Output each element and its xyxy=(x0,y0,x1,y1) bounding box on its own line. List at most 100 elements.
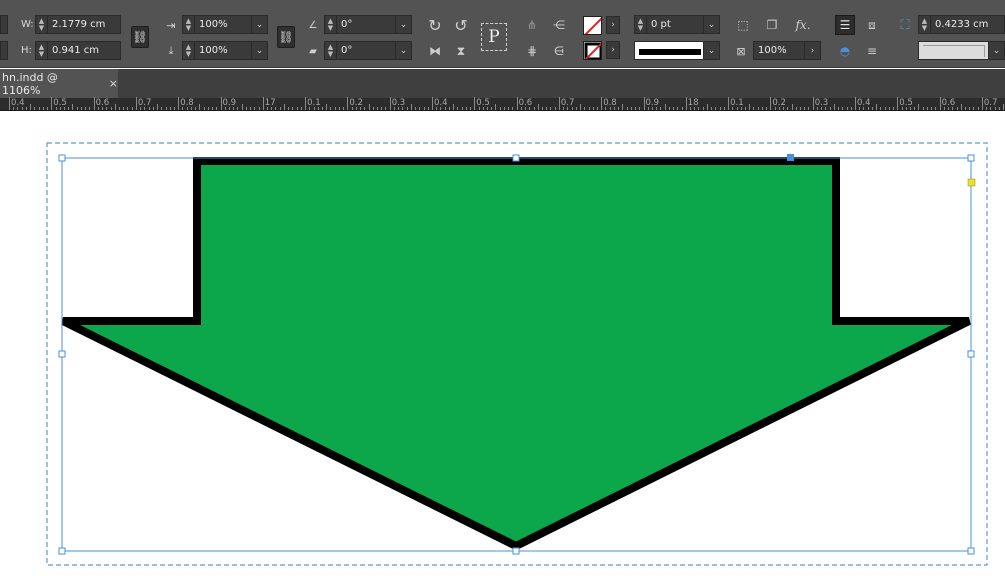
stroke-weight-stepper[interactable]: ▲ ▼ xyxy=(635,16,647,33)
width-stepper[interactable]: ▲ ▼ xyxy=(36,16,48,33)
scale-x-stepper[interactable]: ▲ ▼ xyxy=(183,16,195,33)
close-tab-icon[interactable]: × xyxy=(109,77,118,90)
scale-y-field[interactable]: ▲ ▼ 100% ⌄ xyxy=(182,41,268,60)
rotation-value[interactable]: 0° xyxy=(337,19,395,30)
stroke-weight-field[interactable]: ▲ ▼ 0 pt ⌄ xyxy=(634,15,720,34)
scale-y-value[interactable]: 100% xyxy=(195,45,251,56)
rotation-field[interactable]: ▲ ▼ 0° ⌄ xyxy=(324,15,412,34)
down-arrow-shape[interactable] xyxy=(61,157,971,551)
corner-style-dropdown-icon[interactable]: ⌄ xyxy=(988,42,1004,59)
fill-swatch[interactable] xyxy=(583,16,602,35)
ruler-minor-tick xyxy=(994,107,996,110)
fill-menu-arrow-icon[interactable]: › xyxy=(606,16,620,34)
ruler-minor-tick xyxy=(283,104,285,110)
ruler-minor-tick xyxy=(935,107,937,110)
shear-dropdown-icon[interactable]: ⌄ xyxy=(395,42,411,59)
x-field-partial[interactable] xyxy=(0,15,8,34)
ruler-minor-tick xyxy=(567,107,569,110)
resize-handle[interactable] xyxy=(967,350,975,358)
y-field-partial[interactable] xyxy=(0,41,8,60)
scale-y-dropdown-icon[interactable]: ⌄ xyxy=(251,42,267,59)
shear-field[interactable]: ▲ ▼ 0° ⌄ xyxy=(324,41,412,60)
document-tab[interactable]: hn.indd @ 1106% × xyxy=(0,69,118,98)
resize-handle[interactable] xyxy=(512,547,520,555)
effects-fx-icon[interactable]: fx. xyxy=(792,15,814,35)
ruler-minor-tick xyxy=(123,107,125,110)
corner-size-stepper[interactable]: ▲ ▼ xyxy=(919,16,931,33)
select-previous-object-icon[interactable]: ⋲ xyxy=(548,15,570,35)
jump-object-icon[interactable]: ≡ xyxy=(862,41,882,61)
shear-value[interactable]: 0° xyxy=(337,45,395,56)
corner-style-preview xyxy=(923,45,985,57)
ruler-minor-tick xyxy=(254,107,256,110)
scale-x-value[interactable]: 100% xyxy=(195,19,251,30)
corner-size-field[interactable]: ▲ ▼ 0.4233 cm xyxy=(918,15,1005,34)
rotation-stepper[interactable]: ▲ ▼ xyxy=(325,16,337,33)
anchor-point-handle[interactable] xyxy=(787,154,794,161)
stroke-type-select[interactable]: ⌄ xyxy=(634,41,720,60)
drop-shadow-icon[interactable]: ❐ xyxy=(762,15,782,35)
corner-size-value[interactable]: 0.4233 cm xyxy=(931,19,1004,30)
height-value[interactable]: 0.941 cm xyxy=(48,45,120,56)
opacity-icon: ⊠ xyxy=(736,44,746,58)
flip-vertical-icon[interactable]: ⧗ xyxy=(451,41,471,61)
stroke-menu-arrow-icon[interactable]: › xyxy=(606,41,620,59)
resize-handle[interactable] xyxy=(967,547,975,555)
select-next-object-icon[interactable]: ⋳ xyxy=(548,41,570,61)
document-canvas[interactable] xyxy=(0,112,1005,588)
scale-y-stepper[interactable]: ▲ ▼ xyxy=(183,42,195,59)
text-wrap-none-icon[interactable]: ☰ xyxy=(835,15,855,35)
ruler-minor-tick xyxy=(63,107,65,110)
resize-handle[interactable] xyxy=(58,547,66,555)
stroke-weight-dropdown-icon[interactable]: ⌄ xyxy=(703,16,719,33)
select-container-icon[interactable]: ⋔ xyxy=(522,15,542,35)
stroke-swatch[interactable] xyxy=(583,41,602,60)
scale-y-icon: ⤓ xyxy=(168,44,174,57)
ruler-minor-tick xyxy=(76,107,78,110)
wrap-around-bounding-box-icon[interactable]: ⧈ xyxy=(862,15,882,35)
rotate-counterclockwise-icon[interactable]: ↺ xyxy=(451,15,471,35)
ruler-minor-tick xyxy=(635,107,637,110)
width-value[interactable]: 2.1779 cm xyxy=(48,19,120,30)
ruler-minor-tick xyxy=(457,107,459,110)
ruler-minor-tick xyxy=(677,107,679,110)
fill-none-slash-icon xyxy=(584,17,601,34)
live-corner-handle[interactable] xyxy=(967,178,976,187)
ruler-minor-tick xyxy=(385,107,387,110)
shear-stepper[interactable]: ▲ ▼ xyxy=(325,42,337,59)
stroke-type-dropdown-icon[interactable]: ⌄ xyxy=(703,42,719,59)
corner-shape-icon[interactable]: ⛶ xyxy=(896,16,914,34)
ruler-minor-tick xyxy=(673,107,675,110)
flip-horizontal-icon[interactable]: ⧓ xyxy=(425,41,445,61)
resize-handle[interactable] xyxy=(967,154,975,162)
constrain-scale-link-icon[interactable]: ⛓ xyxy=(277,26,295,48)
ruler-minor-tick xyxy=(495,104,497,110)
ruler-minor-tick xyxy=(364,107,366,110)
scale-x-dropdown-icon[interactable]: ⌄ xyxy=(251,16,267,33)
rotate-clockwise-icon[interactable]: ↻ xyxy=(425,15,445,35)
resize-handle[interactable] xyxy=(512,154,520,162)
height-stepper[interactable]: ▲ ▼ xyxy=(36,42,48,59)
ruler-minor-tick xyxy=(38,107,40,110)
resize-handle[interactable] xyxy=(58,154,66,162)
horizontal-ruler[interactable]: 0.4 0.5 0.6 0.7 0.8 0.9 17 0.1 0.2 0.3 0.4 0.5 0.6 0.… xyxy=(0,97,1005,111)
opacity-arrow-icon[interactable]: › xyxy=(804,42,820,59)
width-field[interactable]: ▲ ▼ 2.1779 cm xyxy=(35,15,121,34)
wrap-around-object-shape-icon[interactable]: ◓ xyxy=(835,41,855,61)
select-content-icon[interactable]: ⋕ xyxy=(522,41,542,61)
height-field[interactable]: ▲ ▼ 0.941 cm xyxy=(35,41,121,60)
stroke-weight-value[interactable]: 0 pt xyxy=(647,19,703,30)
corner-options-icon[interactable]: ⬚ xyxy=(733,15,753,35)
rotation-dropdown-icon[interactable]: ⌄ xyxy=(395,16,411,33)
ruler-major-tick xyxy=(516,97,518,110)
ruler-minor-tick xyxy=(998,107,1000,110)
ruler-minor-tick xyxy=(668,107,670,110)
opacity-value[interactable]: 100% xyxy=(754,45,804,56)
constrain-proportions-link-icon[interactable]: ⛓ xyxy=(131,26,149,48)
corner-style-select[interactable]: ⌄ xyxy=(918,41,1005,60)
resize-handle[interactable] xyxy=(58,350,66,358)
opacity-field[interactable]: 100% › xyxy=(753,41,821,60)
ruler-minor-tick xyxy=(846,107,848,110)
ruler-minor-tick xyxy=(651,107,653,110)
scale-x-field[interactable]: ▲ ▼ 100% ⌄ xyxy=(182,15,268,34)
